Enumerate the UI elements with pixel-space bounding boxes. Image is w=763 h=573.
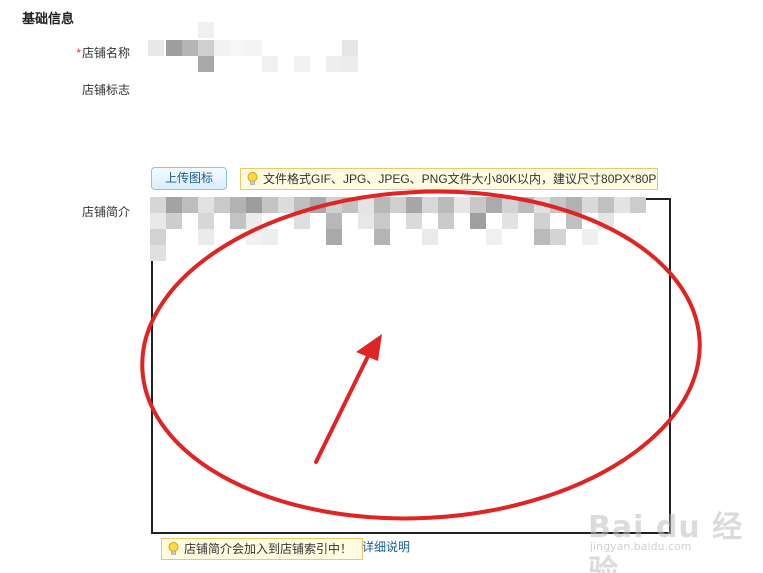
watermark-url: jingyan.baidu.com (590, 540, 692, 553)
intro-index-tip-text: 店铺简介会加入到店铺索引中！ (184, 542, 353, 556)
store-name-label-text: 店铺名称 (81, 46, 130, 60)
store-name-value-redacted[interactable] (148, 22, 360, 72)
store-logo-label-text: 店铺标志 (81, 83, 130, 97)
required-mark: * (76, 46, 81, 60)
store-intro-label: 店铺简介 (0, 203, 130, 220)
store-logo-label: 店铺标志 (0, 81, 130, 98)
store-settings-form: 基础信息 *店铺名称 店铺标志 上传图标 文件格式GIF、JPG、JPEG、PN… (0, 0, 763, 573)
store-name-label: *店铺名称 (0, 44, 130, 61)
logo-format-tip: 文件格式GIF、JPG、JPEG、PNG文件大小80K以内，建议尺寸80PX*8… (240, 168, 658, 190)
section-title: 基础信息 (22, 11, 75, 26)
logo-format-tip-text: 文件格式GIF、JPG、JPEG、PNG文件大小80K以内，建议尺寸80PX*8… (263, 172, 658, 186)
upload-logo-button[interactable]: 上传图标 (151, 167, 227, 190)
lightbulb-icon (247, 172, 258, 185)
detail-link[interactable]: 详细说明 (362, 538, 410, 555)
lightbulb-icon (168, 542, 179, 555)
store-intro-value-redacted (150, 197, 656, 263)
intro-index-tip: 店铺简介会加入到店铺索引中！ (161, 538, 363, 560)
store-intro-label-text: 店铺简介 (81, 205, 130, 219)
